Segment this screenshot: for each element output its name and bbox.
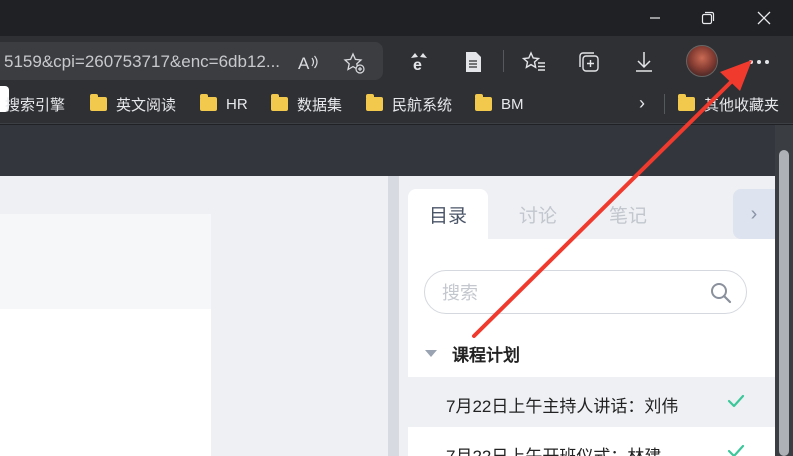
reading-list-icon[interactable] bbox=[457, 46, 489, 78]
catalog-search-input[interactable] bbox=[442, 281, 702, 305]
collapse-triangle-icon[interactable] bbox=[425, 349, 437, 357]
favorites-icon[interactable] bbox=[518, 46, 550, 78]
page-header bbox=[0, 125, 775, 176]
restore-icon bbox=[701, 11, 715, 25]
bookmark-label: 民航系统 bbox=[392, 96, 453, 114]
completed-check-icon bbox=[727, 394, 745, 408]
minimize-button[interactable] bbox=[632, 0, 678, 36]
bookmark-label: HR bbox=[226, 95, 248, 113]
url-text[interactable]: 5159&cpi=260753717&enc=6db12... bbox=[4, 52, 289, 72]
minimize-icon bbox=[650, 17, 660, 19]
panel-divider[interactable] bbox=[388, 176, 399, 456]
toolbar-separator bbox=[503, 50, 504, 72]
bookmarks-overflow-chevron-icon[interactable]: › bbox=[632, 92, 652, 114]
lesson-title: 7月22日上午开班仪式：林建 bbox=[446, 442, 661, 456]
svg-text:A: A bbox=[298, 54, 310, 73]
bookmark-label: 搜索引擎 bbox=[5, 96, 66, 114]
catalog-search[interactable] bbox=[424, 270, 747, 314]
bookmark-folder-english-reading[interactable]: 英文阅读 bbox=[90, 93, 176, 115]
bookmark-folder-aviation-systems[interactable]: 民航系统 bbox=[366, 93, 452, 115]
bookmark-search-engines[interactable]: 搜索引擎 bbox=[5, 93, 65, 115]
tab-notes[interactable]: 笔记 bbox=[588, 189, 668, 239]
bookmark-folder-bm[interactable]: BM bbox=[475, 93, 524, 115]
folder-icon bbox=[678, 94, 695, 111]
read-aloud-icon[interactable]: A bbox=[297, 52, 319, 74]
bookmark-folder-datasets[interactable]: 数据集 bbox=[271, 93, 342, 115]
search-icon[interactable] bbox=[709, 281, 733, 305]
folder-icon bbox=[271, 94, 288, 111]
bookmark-label: 英文阅读 bbox=[116, 96, 177, 114]
lesson-item[interactable]: 7月22日上午开班仪式：林建 bbox=[408, 427, 775, 456]
profile-avatar[interactable] bbox=[686, 45, 718, 77]
section-title: 课程计划 bbox=[452, 345, 520, 365]
folder-icon bbox=[475, 94, 492, 111]
downloads-icon[interactable] bbox=[628, 46, 660, 78]
svg-text:e: e bbox=[413, 57, 422, 74]
close-icon bbox=[757, 11, 771, 25]
completed-check-icon bbox=[727, 444, 745, 456]
bookmarks-separator bbox=[664, 94, 665, 114]
tab-discussion[interactable]: 讨论 bbox=[498, 189, 578, 239]
add-favorite-icon[interactable] bbox=[343, 52, 365, 74]
extension-e-icon[interactable]: e bbox=[403, 46, 435, 78]
restore-button[interactable] bbox=[685, 0, 731, 36]
page-scrollbar-thumb[interactable] bbox=[779, 150, 789, 456]
bookmark-other-favorites[interactable]: 其他收藏夹 bbox=[678, 93, 779, 115]
tab-catalog[interactable]: 目录 bbox=[408, 189, 488, 239]
collections-icon[interactable] bbox=[573, 46, 605, 78]
section-course-plan[interactable]: 课程计划 bbox=[424, 338, 520, 368]
folder-icon bbox=[366, 94, 383, 111]
tabs-next-chevron-icon[interactable]: › bbox=[733, 189, 775, 239]
content-card bbox=[0, 309, 211, 456]
bookmark-folder-hr[interactable]: HR bbox=[200, 93, 248, 115]
content-card-header bbox=[0, 214, 211, 309]
folder-icon bbox=[90, 94, 107, 111]
bookmark-label: BM bbox=[501, 95, 524, 113]
lesson-item[interactable]: 7月22日上午主持人讲话：刘伟 bbox=[408, 377, 775, 427]
lesson-title: 7月22日上午主持人讲话：刘伟 bbox=[446, 397, 679, 416]
close-button[interactable] bbox=[741, 0, 787, 36]
bookmark-label: 其他收藏夹 bbox=[704, 96, 780, 114]
folder-icon bbox=[200, 94, 217, 111]
more-options-icon[interactable] bbox=[743, 46, 775, 78]
bookmark-label: 数据集 bbox=[297, 96, 343, 114]
address-bar[interactable]: 5159&cpi=260753717&enc=6db12... A bbox=[0, 42, 383, 80]
